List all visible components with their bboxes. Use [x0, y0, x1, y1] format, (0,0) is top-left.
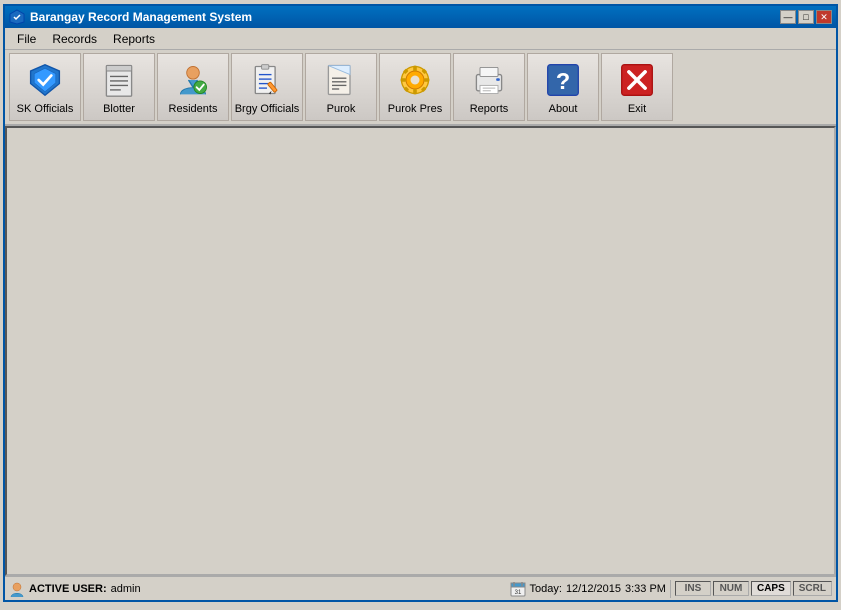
active-user-label: ACTIVE USER:	[29, 583, 107, 595]
window-title: Barangay Record Management System	[30, 10, 252, 24]
purok-pres-icon	[397, 62, 433, 98]
menu-records[interactable]: Records	[44, 30, 105, 48]
exit-icon	[619, 62, 655, 98]
about-label: About	[549, 103, 578, 115]
minimize-button[interactable]: —	[780, 10, 796, 24]
close-button[interactable]: ✕	[816, 10, 832, 24]
blotter-label: Blotter	[103, 103, 135, 115]
ins-indicator: INS	[675, 581, 711, 596]
residents-icon	[175, 62, 211, 98]
menu-reports[interactable]: Reports	[105, 30, 163, 48]
purok-pres-button[interactable]: Purok Pres	[379, 53, 451, 121]
app-title-icon	[9, 9, 25, 25]
main-content-area	[5, 126, 836, 576]
svg-text:?: ?	[556, 68, 570, 94]
sk-officials-label: SK Officials	[17, 103, 74, 115]
date-value: 12/12/2015	[566, 583, 621, 595]
blotter-button[interactable]: Blotter	[83, 53, 155, 121]
num-indicator: NUM	[713, 581, 749, 596]
main-window: Barangay Record Management System — □ ✕ …	[3, 4, 838, 602]
username-value: admin	[111, 583, 141, 595]
reports-label: Reports	[470, 103, 509, 115]
reports-icon	[471, 62, 507, 98]
status-indicators: INS NUM CAPS SCRL	[675, 581, 832, 596]
status-divider	[670, 580, 671, 598]
caps-indicator: CAPS	[751, 581, 791, 596]
scrl-indicator: SCRL	[793, 581, 832, 596]
about-icon: ?	[545, 62, 581, 98]
inner-workspace	[7, 128, 834, 574]
calendar-icon: 31	[510, 581, 526, 597]
time-value: 3:33 PM	[625, 583, 666, 595]
brgy-officials-label: Brgy Officials	[235, 103, 300, 115]
status-bar: ACTIVE USER: admin 31 Today: 12/12/2015 …	[5, 576, 836, 600]
reports-button[interactable]: Reports	[453, 53, 525, 121]
toolbar: SK Officials Blotter	[5, 50, 836, 126]
title-bar: Barangay Record Management System — □ ✕	[5, 6, 836, 28]
svg-text:31: 31	[514, 590, 521, 596]
sk-officials-button[interactable]: SK Officials	[9, 53, 81, 121]
brgy-officials-icon	[249, 62, 285, 98]
purok-label: Purok	[327, 103, 356, 115]
exit-button[interactable]: Exit	[601, 53, 673, 121]
brgy-officials-button[interactable]: Brgy Officials	[231, 53, 303, 121]
purok-icon	[323, 62, 359, 98]
residents-label: Residents	[169, 103, 218, 115]
shield-icon	[27, 62, 63, 98]
about-button[interactable]: ? About	[527, 53, 599, 121]
blotter-icon	[101, 62, 137, 98]
menu-bar: File Records Reports	[5, 28, 836, 50]
purok-button[interactable]: Purok	[305, 53, 377, 121]
purok-pres-label: Purok Pres	[388, 103, 442, 115]
maximize-button[interactable]: □	[798, 10, 814, 24]
exit-label: Exit	[628, 103, 646, 115]
menu-file[interactable]: File	[9, 30, 44, 48]
today-label: Today:	[530, 583, 562, 595]
title-buttons: — □ ✕	[780, 10, 832, 24]
user-avatar-icon	[9, 581, 25, 597]
residents-button[interactable]: Residents	[157, 53, 229, 121]
